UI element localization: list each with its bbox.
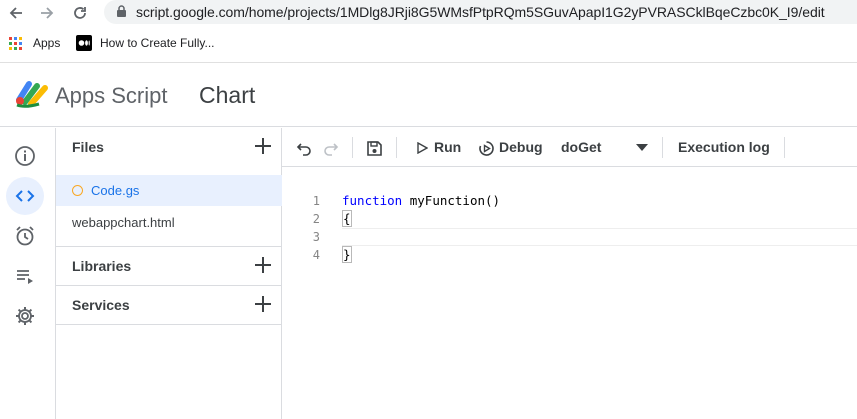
info-icon <box>15 146 35 166</box>
triggers-button[interactable] <box>6 217 44 255</box>
left-rail <box>0 128 56 419</box>
code-keyword: function <box>342 193 403 208</box>
lock-icon <box>117 5 126 17</box>
toolbar-separator <box>352 137 353 158</box>
overview-button[interactable] <box>6 137 44 175</box>
redo-button[interactable] <box>321 138 341 158</box>
settings-button[interactable] <box>6 297 44 335</box>
debug-icon <box>476 138 496 158</box>
apps-grid-icon <box>9 37 23 56</box>
execution-log-button[interactable]: Execution log <box>678 139 770 155</box>
arrow-right-icon <box>41 7 54 19</box>
app-name: Apps Script <box>55 83 168 108</box>
add-library-button[interactable] <box>252 254 274 276</box>
run-play-icon <box>412 138 432 158</box>
file-item-webappchart-html[interactable]: webappchart.html <box>56 207 282 238</box>
project-title[interactable]: Chart <box>199 82 255 109</box>
plus-icon <box>255 296 271 312</box>
line-number: 2 <box>312 212 320 226</box>
libraries-header: Libraries <box>56 247 282 285</box>
matching-brace: { <box>342 210 352 227</box>
function-select[interactable]: doGet <box>561 139 601 155</box>
run-button[interactable]: Run <box>434 139 461 155</box>
file-item-code-gs[interactable]: Code.gs <box>56 175 282 206</box>
bookmark-how-to-create[interactable]: How to Create Fully... <box>100 36 214 50</box>
code-line-2: { <box>342 210 352 227</box>
unsaved-dot-icon <box>72 185 83 196</box>
code-icon <box>15 190 35 202</box>
add-file-button[interactable] <box>252 135 274 157</box>
executions-button[interactable] <box>6 257 44 295</box>
alarm-icon <box>16 226 34 246</box>
apps-script-logo-icon <box>15 80 49 113</box>
code-text: myFunction() <box>402 193 501 208</box>
add-service-button[interactable] <box>252 293 274 315</box>
code-line-4: } <box>342 246 352 263</box>
forward-button[interactable] <box>37 3 57 23</box>
address-bar[interactable]: script.google.com/home/projects/1MDlg8JR… <box>104 0 857 24</box>
arrow-left-icon <box>9 7 22 19</box>
executions-icon <box>17 270 33 284</box>
bookmark-apps[interactable]: Apps <box>33 36 60 50</box>
plus-icon <box>255 257 271 273</box>
services-header: Services <box>56 286 282 324</box>
debug-button[interactable]: Debug <box>499 139 543 155</box>
files-label: Files <box>72 139 104 155</box>
app-header: Apps Script Chart <box>0 63 857 127</box>
medium-logo-icon <box>76 35 92 51</box>
file-name: webappchart.html <box>72 215 175 230</box>
code-editor[interactable]: 1 2 3 4 function myFunction() { } <box>282 168 857 419</box>
url-text: script.google.com/home/projects/1MDlg8JR… <box>136 4 825 20</box>
browser-toolbar: script.google.com/home/projects/1MDlg8JR… <box>0 0 857 26</box>
save-icon <box>366 140 382 156</box>
bookmarks-bar: Apps How to Create Fully... <box>0 30 857 58</box>
chevron-down-icon[interactable] <box>632 138 652 158</box>
plus-icon <box>255 138 271 154</box>
libraries-label: Libraries <box>72 258 132 274</box>
settings-icon <box>16 307 34 325</box>
current-line-highlight <box>342 228 857 246</box>
files-header: Files <box>56 128 282 166</box>
redo-icon <box>324 143 339 156</box>
editor-toolbar: Run Debug doGet Execution log <box>282 128 857 167</box>
toolbar-separator <box>784 137 785 158</box>
matching-brace: } <box>342 246 352 263</box>
toolbar-separator <box>662 137 663 158</box>
toolbar-separator <box>396 137 397 158</box>
reload-button[interactable] <box>70 3 90 23</box>
undo-button[interactable] <box>294 138 314 158</box>
reload-icon <box>74 7 86 19</box>
line-number: 1 <box>312 194 320 208</box>
undo-icon <box>296 143 311 156</box>
file-name: Code.gs <box>91 183 140 198</box>
editor-button[interactable] <box>6 177 44 215</box>
code-line-1: function myFunction() <box>342 193 500 208</box>
line-number: 4 <box>312 248 320 262</box>
save-button[interactable] <box>364 138 384 158</box>
back-button[interactable] <box>6 3 26 23</box>
divider <box>56 324 282 325</box>
files-pane: Files Code.gs webappchart.html Libraries… <box>56 128 282 419</box>
line-number: 3 <box>312 230 320 244</box>
services-label: Services <box>72 297 130 313</box>
